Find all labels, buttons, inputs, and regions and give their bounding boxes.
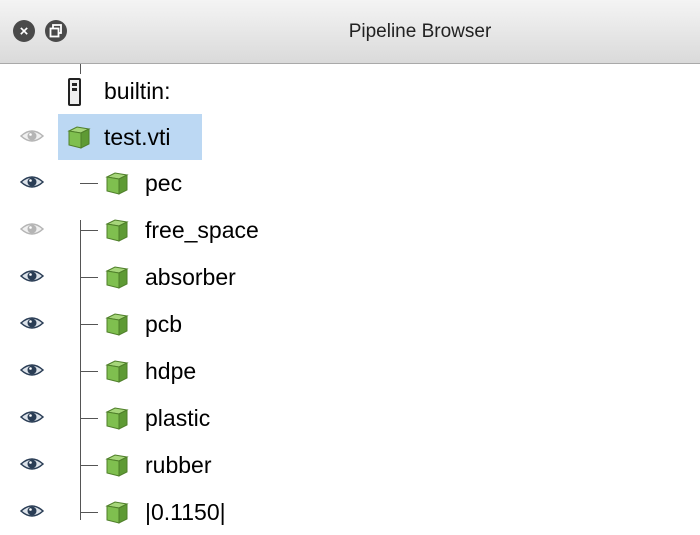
eye-icon[interactable]	[20, 362, 44, 378]
tree-item-label: hdpe	[145, 358, 197, 384]
cube-icon	[66, 124, 92, 150]
tree-item[interactable]: hdpe	[0, 348, 700, 394]
pipeline-tree: builtin: test.vti pec free_space absorber p…	[0, 64, 700, 531]
tree-connector	[80, 277, 98, 278]
cube-icon	[104, 405, 130, 431]
eye-icon[interactable]	[20, 503, 44, 519]
eye-icon[interactable]	[20, 409, 44, 425]
tree-item-label: rubber	[145, 452, 212, 478]
title-bar: × Pipeline Browser	[0, 0, 700, 64]
tree-connector	[80, 371, 98, 372]
cube-icon	[104, 311, 130, 337]
tree-item[interactable]: pec	[0, 160, 700, 206]
tree-item[interactable]: absorber	[0, 254, 700, 300]
tree-item[interactable]: rubber	[0, 442, 700, 488]
tree-item-label: plastic	[145, 405, 211, 431]
tree-connector	[80, 230, 98, 231]
tree-connector	[80, 183, 98, 184]
tree-item-test-vti[interactable]: test.vti	[0, 114, 700, 160]
tree-item-label: |0.1150|	[145, 499, 226, 525]
server-icon	[68, 78, 81, 106]
cube-icon	[104, 452, 130, 478]
cube-icon	[104, 358, 130, 384]
eye-icon[interactable]	[20, 128, 44, 144]
panel-title: Pipeline Browser	[348, 21, 492, 42]
tree-connector	[80, 465, 98, 466]
tree-item[interactable]: |0.1150|	[0, 489, 700, 535]
eye-icon[interactable]	[20, 315, 44, 331]
eye-icon[interactable]	[20, 268, 44, 284]
tree-item-label: test.vti	[104, 124, 171, 150]
cube-icon	[104, 170, 130, 196]
cube-icon	[104, 264, 130, 290]
tree-item-label: absorber	[145, 264, 236, 290]
cube-icon	[104, 217, 130, 243]
tree-item[interactable]: plastic	[0, 395, 700, 441]
tree-item[interactable]: pcb	[0, 301, 700, 347]
server-row[interactable]: builtin:	[0, 68, 700, 114]
tree-connector	[80, 512, 98, 513]
cube-icon	[104, 499, 130, 525]
tree-item[interactable]: free_space	[0, 207, 700, 253]
eye-icon[interactable]	[20, 221, 44, 237]
tree-connector	[80, 324, 98, 325]
tree-connector	[80, 418, 98, 419]
tree-item-label: pec	[145, 170, 183, 196]
tree-item-label: free_space	[145, 217, 259, 243]
server-label: builtin:	[104, 78, 171, 104]
eye-icon[interactable]	[20, 174, 44, 190]
eye-icon[interactable]	[20, 456, 44, 472]
tree-item-label: pcb	[145, 311, 183, 337]
